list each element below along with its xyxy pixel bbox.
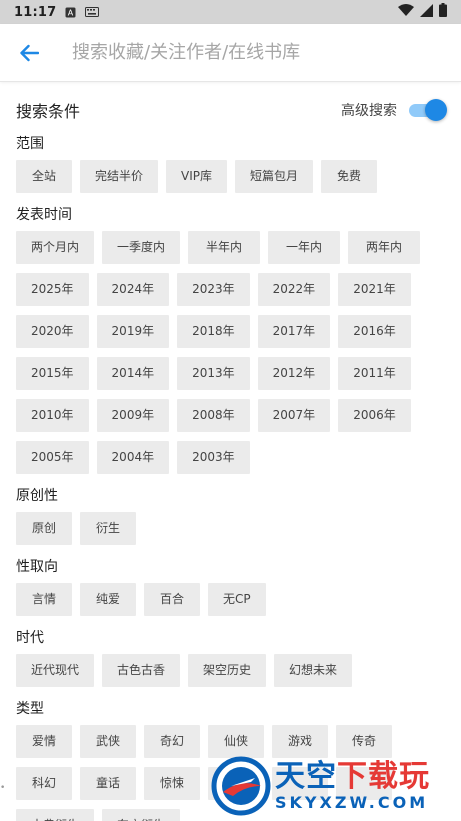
chip-time[interactable]: 2021年 [338, 273, 411, 306]
svg-text:A: A [68, 8, 74, 17]
chip-time[interactable]: 2011年 [338, 357, 411, 390]
chip-originality[interactable]: 衍生 [80, 512, 136, 545]
chip-era[interactable]: 幻想未来 [274, 654, 353, 687]
chip-genre[interactable]: 武侠 [80, 725, 136, 758]
edge-marker: • [0, 783, 6, 793]
chip-orientation[interactable]: 百合 [144, 583, 200, 616]
keyboard-icon [85, 7, 100, 17]
chip-time[interactable]: 2004年 [96, 441, 170, 474]
watermark-text: 天空下载玩 SKYXZW.COM [275, 760, 430, 812]
chip-time[interactable]: 2005年 [16, 441, 89, 474]
section-title-orientation: 性取向 [16, 559, 58, 575]
arrow-back-icon [20, 44, 39, 61]
chip-time[interactable]: 2020年 [16, 315, 89, 348]
chip-time[interactable]: 2012年 [257, 357, 331, 390]
chip-time[interactable]: 半年内 [188, 231, 261, 264]
chip-time[interactable]: 2022年 [257, 273, 331, 306]
chip-scope[interactable]: 免费 [321, 160, 378, 193]
chip-time[interactable]: 2016年 [338, 315, 411, 348]
chip-time[interactable]: 一年内 [268, 231, 341, 264]
chip-scope[interactable]: 短篇包月 [235, 160, 314, 193]
chip-time[interactable]: 2003年 [177, 441, 250, 474]
conditions-header: 搜索条件 高级搜索 [16, 88, 447, 132]
section-title-originality: 原创性 [16, 488, 58, 504]
chip-time[interactable]: 2018年 [177, 315, 250, 348]
status-bar: 11:17 A [0, 0, 461, 24]
chip-scope[interactable]: 完结半价 [80, 160, 159, 193]
chip-time[interactable]: 2007年 [257, 399, 331, 432]
watermark-cn-accent: 下载玩 [337, 759, 430, 794]
chip-time[interactable]: 2010年 [16, 399, 89, 432]
chip-time[interactable]: 2014年 [96, 357, 170, 390]
chip-era[interactable]: 古色古香 [102, 654, 181, 687]
watermark-logo-icon [211, 756, 271, 816]
watermark-cn-main: 天空 [275, 759, 337, 794]
chip-time[interactable]: 2025年 [16, 273, 89, 306]
section-title-scope: 范围 [16, 136, 44, 152]
chip-time[interactable]: 2008年 [177, 399, 250, 432]
section-title-time: 发表时间 [16, 207, 72, 223]
chip-scope[interactable]: VIP库 [166, 160, 228, 193]
scope-chips: 全站 完结半价 VIP库 短篇包月 免费 [16, 160, 445, 193]
chip-time[interactable]: 2006年 [338, 399, 411, 432]
notification-a-icon: A [65, 7, 76, 18]
advanced-search-toggle[interactable] [409, 99, 447, 121]
advanced-search: 高级搜索 [341, 99, 447, 121]
search-conditions-panel: 搜索条件 高级搜索 范围 全站 完结半价 VIP库 短篇包月 免费 发表时间 两… [0, 88, 461, 821]
toolbar [0, 24, 461, 82]
chip-genre[interactable]: 奇幻 [144, 725, 200, 758]
chip-originality[interactable]: 原创 [16, 512, 72, 545]
chip-era[interactable]: 近代现代 [16, 654, 95, 687]
chip-orientation[interactable]: 纯爱 [80, 583, 136, 616]
section-title-genre: 类型 [16, 701, 44, 717]
chip-time[interactable]: 两年内 [348, 231, 421, 264]
watermark-en: SKYXZW.COM [275, 793, 429, 812]
watermark: 天空下载玩 SKYXZW.COM [211, 751, 457, 821]
chip-time[interactable]: 2024年 [96, 273, 170, 306]
chip-time[interactable]: 2017年 [257, 315, 331, 348]
conditions-title: 搜索条件 [16, 102, 81, 121]
chip-era[interactable]: 架空历史 [188, 654, 267, 687]
wifi-icon [398, 3, 414, 21]
status-time: 11:17 [14, 4, 57, 20]
advanced-search-label: 高级搜索 [341, 103, 397, 119]
chip-time[interactable]: 一季度内 [102, 231, 181, 264]
section-title-era: 时代 [16, 630, 44, 646]
chip-genre[interactable]: 东方衍生 [102, 809, 181, 821]
battery-icon [439, 3, 447, 21]
chip-genre[interactable]: 爱情 [16, 725, 72, 758]
era-chips: 近代现代 古色古香 架空历史 幻想未来 [16, 654, 445, 687]
chip-genre[interactable]: 古典衍生 [16, 809, 95, 821]
watermark-cn: 天空下载玩 [275, 760, 430, 794]
chip-genre[interactable]: 童话 [80, 767, 136, 800]
time-chips: 两个月内 一季度内 半年内 一年内 两年内 2025年 2024年 2023年 … [16, 231, 445, 474]
chip-time[interactable]: 两个月内 [16, 231, 95, 264]
chip-time[interactable]: 2013年 [177, 357, 250, 390]
search-input[interactable] [72, 42, 461, 63]
chip-time[interactable]: 2023年 [177, 273, 250, 306]
chip-scope[interactable]: 全站 [16, 160, 72, 193]
toggle-thumb [425, 99, 447, 121]
chip-orientation[interactable]: 言情 [16, 583, 72, 616]
orientation-chips: 言情 纯爱 百合 无CP [16, 583, 445, 616]
chip-time[interactable]: 2015年 [16, 357, 89, 390]
chip-genre[interactable]: 科幻 [16, 767, 72, 800]
back-button[interactable] [0, 24, 58, 82]
chip-genre[interactable]: 惊悚 [144, 767, 200, 800]
originality-chips: 原创 衍生 [16, 512, 445, 545]
chip-time[interactable]: 2009年 [96, 399, 170, 432]
signal-icon [420, 3, 433, 21]
chip-orientation[interactable]: 无CP [208, 583, 266, 616]
chip-time[interactable]: 2019年 [96, 315, 170, 348]
